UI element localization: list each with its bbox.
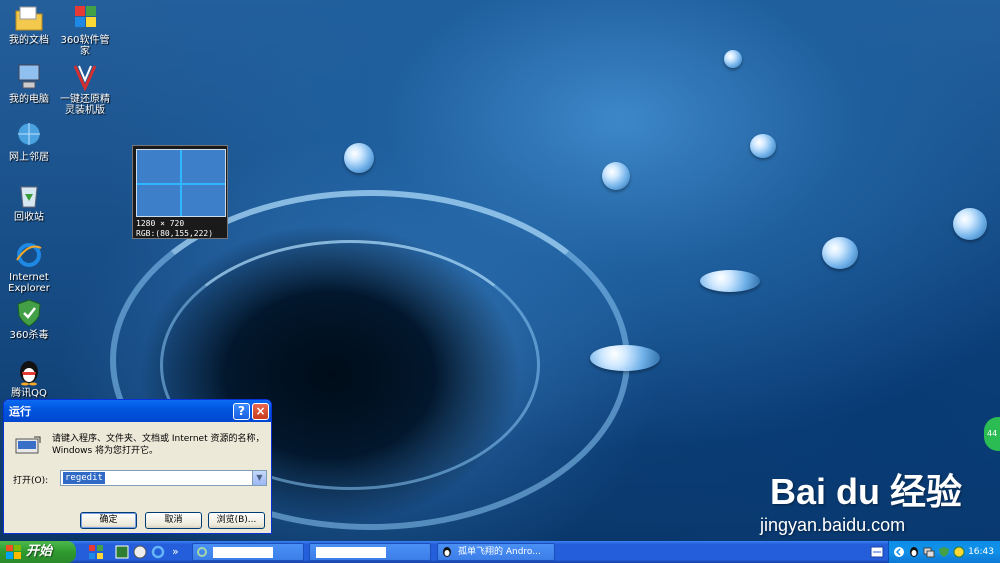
open-combobox[interactable]: regedit ▼ <box>60 470 267 486</box>
browse-button[interactable]: 浏览(B)... <box>208 512 265 529</box>
quicklaunch-expand-chevron[interactable]: » <box>172 544 188 560</box>
tray-360-icon[interactable] <box>953 546 965 558</box>
taskbar: 开始 » 孤单飞翔的 Andro... 16:43 <box>0 541 1000 563</box>
tray-shield-icon[interactable] <box>938 546 950 558</box>
tray-clock[interactable]: 16:43 <box>968 541 994 563</box>
resolution-text: 1280 × 720 <box>136 219 185 228</box>
one-key-restore-icon <box>73 65 97 92</box>
network-places-icon <box>17 122 41 146</box>
desktop-icon-my-documents[interactable]: 我的文档 <box>0 3 58 46</box>
dropdown-arrow-icon[interactable]: ▼ <box>252 471 266 485</box>
redacted-title <box>316 547 386 558</box>
desktop-icon-label: 网上邻居 <box>9 152 49 163</box>
desktop-icon-label: 腾讯QQ <box>11 388 47 399</box>
desktop-icon-internet-explorer[interactable]: Internet Explorer <box>0 240 58 294</box>
tray-expand-icon[interactable] <box>893 546 905 558</box>
taskbar-window-qq[interactable]: 孤单飞翔的 Andro... <box>437 543 555 561</box>
desktop-icon-label: 我的文档 <box>9 35 49 46</box>
quicklaunch-settings-icon[interactable] <box>132 544 148 560</box>
taskbar-window-label: 孤单飞翔的 Andro... <box>458 547 541 557</box>
run-dialog-titlebar[interactable]: 运行 ? × <box>4 400 271 422</box>
360-software-manager-icon <box>75 6 96 27</box>
help-button[interactable]: ? <box>233 402 250 420</box>
watermark-brand: Bai du 经验 <box>770 471 963 512</box>
taskbar-window-2[interactable] <box>309 543 431 561</box>
start-label: 开始 <box>26 544 53 559</box>
water-drop <box>953 208 987 240</box>
taskbar-window-ie[interactable] <box>192 543 304 561</box>
desktop-icon-label: 一键还原精灵装机版 <box>60 94 110 116</box>
system-tray: 16:43 <box>888 541 1000 563</box>
my-documents-icon <box>15 6 43 31</box>
desktop-icon-label: 360杀毒 <box>9 330 49 341</box>
desktop-wallpaper: 我的文档 360软件管家 我的电脑 一键还原精灵装机版 网上邻居 回收站 Int… <box>0 0 1000 541</box>
quicklaunch-ie-icon[interactable] <box>150 544 166 560</box>
language-bar-icon[interactable] <box>870 544 884 560</box>
start-button[interactable]: 开始 <box>0 541 76 563</box>
desktop-icon-360-antivirus[interactable]: 360杀毒 <box>0 298 58 341</box>
desktop-icon-my-computer[interactable]: 我的电脑 <box>0 62 58 105</box>
recycle-bin-icon <box>20 186 38 208</box>
open-input-value[interactable]: regedit <box>63 472 105 484</box>
qq-penguin-icon <box>20 361 38 386</box>
color-picker-preview: 1280 × 720 RGB:(80,155,222) <box>132 145 228 239</box>
tray-network-icon[interactable] <box>923 546 935 558</box>
water-drop <box>750 134 776 158</box>
water-drop <box>700 270 760 292</box>
rgb-text: RGB:(80,155,222) <box>136 229 214 238</box>
water-drop <box>590 345 660 371</box>
quicklaunch-app-icon[interactable] <box>114 544 130 560</box>
cancel-button[interactable]: 取消 <box>145 512 202 529</box>
water-drop <box>822 237 858 269</box>
desktop-icon-label: 回收站 <box>14 212 44 223</box>
side-float-badge[interactable]: 44 <box>984 417 1000 451</box>
redacted-title <box>213 547 273 558</box>
close-button[interactable]: × <box>252 402 269 420</box>
ok-button[interactable]: 确定 <box>80 512 137 529</box>
my-computer-icon <box>18 64 40 89</box>
desktop-icon-network-places[interactable]: 网上邻居 <box>0 120 58 163</box>
desktop-icon-qq[interactable]: 腾讯QQ <box>0 356 58 399</box>
run-dialog: 运行 ? × 请键入程序、文件夹、文档或 Internet 资源的名称，Wind… <box>3 399 272 534</box>
run-dialog-title: 运行 <box>9 405 31 418</box>
desktop-icon-label: Internet Explorer <box>8 272 50 294</box>
run-dialog-message: 请键入程序、文件夹、文档或 Internet 资源的名称，Windows 将为您… <box>52 434 265 456</box>
windows-flag-icon <box>6 545 21 559</box>
watermark-url: jingyan.baidu.com <box>760 515 906 535</box>
internet-explorer-icon <box>16 243 42 267</box>
baidu-jingyan-watermark: Bai du 经验 jingyan.baidu.com <box>760 455 985 540</box>
crosshair-vertical <box>180 150 182 216</box>
360-antivirus-icon <box>17 299 41 327</box>
open-label: 打开(O): <box>13 476 49 486</box>
water-drop <box>602 162 630 190</box>
water-drop <box>724 50 742 68</box>
color-info: 1280 × 720 RGB:(80,155,222) <box>136 219 213 239</box>
water-drop <box>344 143 374 173</box>
desktop-icon-360-software-manager[interactable]: 360软件管家 <box>56 3 114 57</box>
desktop-icon-label: 360软件管家 <box>60 35 110 57</box>
ie-icon <box>197 547 207 557</box>
quicklaunch-360-icon[interactable] <box>88 544 104 560</box>
desktop-icon-label: 我的电脑 <box>9 94 49 105</box>
qq-penguin-icon <box>443 547 451 557</box>
color-swatch <box>136 149 226 217</box>
run-program-icon <box>15 436 41 454</box>
desktop-icon-one-key-restore[interactable]: 一键还原精灵装机版 <box>56 62 114 116</box>
tray-qq-icon[interactable] <box>908 546 920 558</box>
desktop-icon-recycle-bin[interactable]: 回收站 <box>0 180 58 223</box>
